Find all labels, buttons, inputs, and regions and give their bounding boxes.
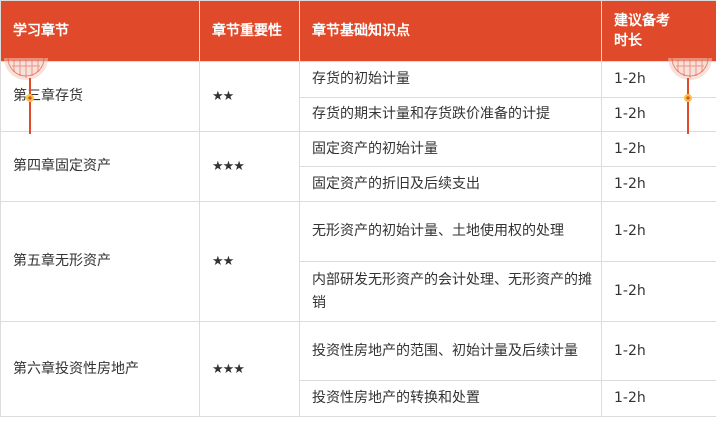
duration-cell: 1-2h bbox=[601, 380, 716, 417]
table-row: 第三章存货 ★★ 存货的初始计量 1-2h bbox=[0, 61, 716, 132]
knowledge-point: 无形资产的初始计量、土地使用权的处理 bbox=[299, 201, 602, 262]
knowledge-point: 投资性房地产的转换和处置 bbox=[299, 380, 602, 417]
duration-cell: 1-2h bbox=[601, 321, 716, 381]
chapter-cell: 第四章固定资产 bbox=[0, 131, 200, 202]
chapter-cell: 第五章无形资产 bbox=[0, 201, 200, 322]
knowledge-point: 投资性房地产的范围、初始计量及后续计量 bbox=[299, 321, 602, 381]
header-knowledge: 章节基础知识点 bbox=[299, 0, 602, 62]
importance-stars: ★★★ bbox=[199, 321, 300, 417]
duration-cell: 1-2h bbox=[601, 261, 716, 322]
table-header-row: 学习章节 章节重要性 章节基础知识点 建议备考时长 bbox=[0, 0, 716, 62]
table-row: 第五章无形资产 ★★ 无形资产的初始计量、土地使用权的处理 1-2h bbox=[0, 201, 716, 322]
study-plan-table: 学习章节 章节重要性 章节基础知识点 建议备考时长 第三章存货 ★★ 存货的初始… bbox=[0, 0, 716, 417]
header-chapter: 学习章节 bbox=[0, 0, 200, 62]
knowledge-point: 固定资产的初始计量 bbox=[299, 131, 602, 167]
importance-stars: ★★★ bbox=[199, 131, 300, 202]
knowledge-point: 存货的期末计量和存货跌价准备的计提 bbox=[299, 97, 602, 132]
importance-stars: ★★ bbox=[199, 61, 300, 132]
table-row: 第六章投资性房地产 ★★★ 投资性房地产的范围、初始计量及后续计量 1-2h bbox=[0, 321, 716, 417]
table-row: 第四章固定资产 ★★★ 固定资产的初始计量 1-2h bbox=[0, 131, 716, 202]
lantern-decoration-icon bbox=[4, 58, 48, 134]
lantern-decoration-icon bbox=[668, 58, 712, 134]
knowledge-point: 固定资产的折旧及后续支出 bbox=[299, 166, 602, 202]
header-importance: 章节重要性 bbox=[199, 0, 300, 62]
chapter-cell: 第六章投资性房地产 bbox=[0, 321, 200, 417]
duration-cell: 1-2h bbox=[601, 201, 716, 262]
duration-cell: 1-2h bbox=[601, 166, 716, 202]
importance-stars: ★★ bbox=[199, 201, 300, 322]
knowledge-point: 内部研发无形资产的会计处理、无形资产的摊销 bbox=[299, 261, 602, 322]
header-duration: 建议备考时长 bbox=[601, 0, 716, 62]
knowledge-point: 存货的初始计量 bbox=[299, 61, 602, 98]
